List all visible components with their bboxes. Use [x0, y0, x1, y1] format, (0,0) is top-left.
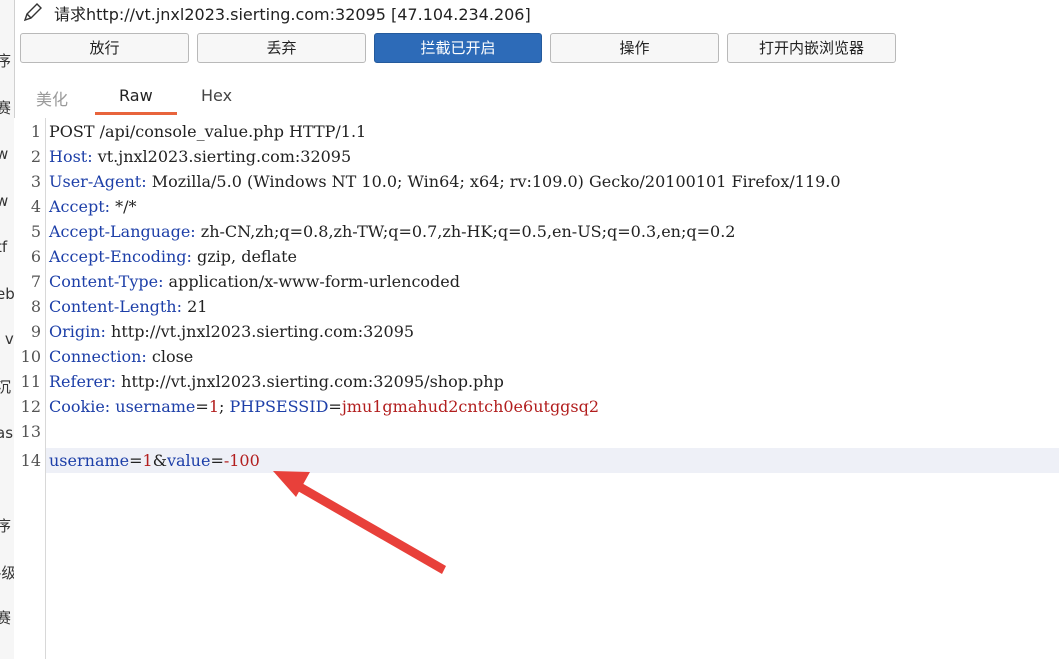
annotation-arrow-icon [273, 471, 446, 574]
